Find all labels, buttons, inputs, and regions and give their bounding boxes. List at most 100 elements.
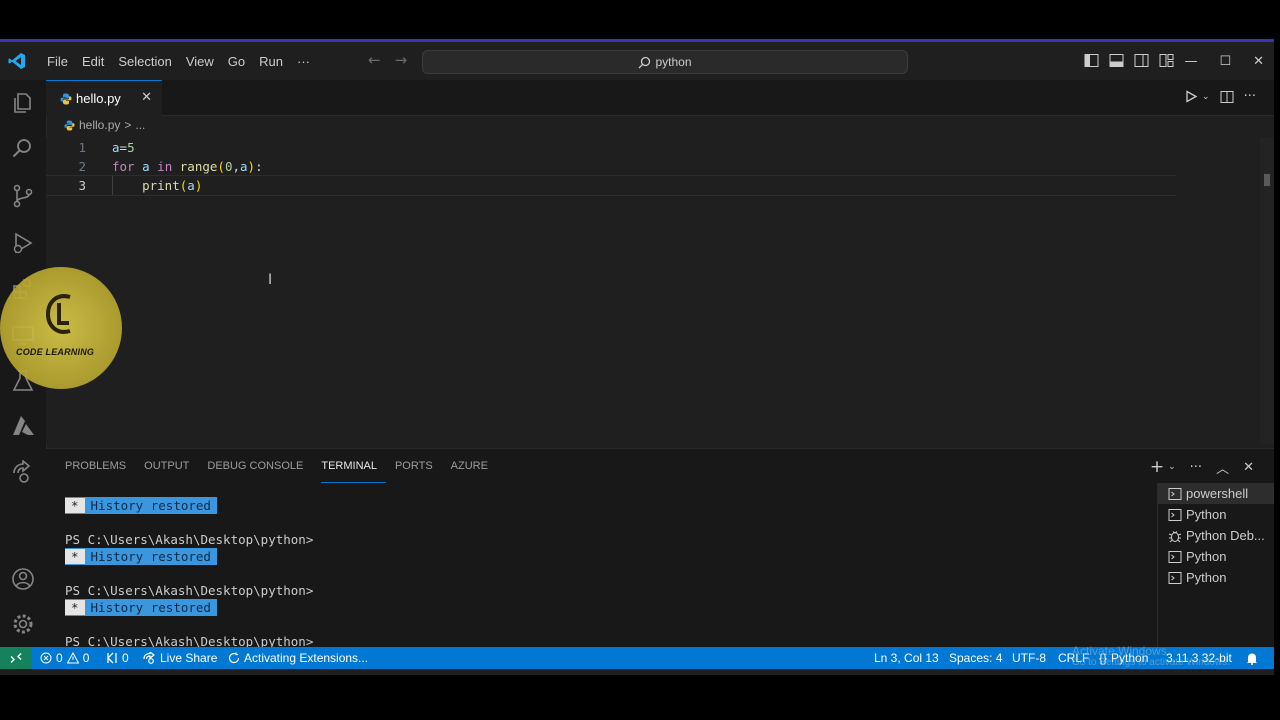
terminal-list-item[interactable]: Python [1158, 504, 1274, 525]
ports-icon [107, 652, 117, 664]
code-token: a [112, 140, 120, 155]
code-line: 2 for a in range(0,a): [46, 157, 1176, 176]
menu-view[interactable]: View [179, 54, 221, 69]
problems-indicator[interactable]: 0 0 [40, 647, 89, 669]
terminal-dropdown-chevron-icon[interactable]: ⌄ [1168, 462, 1176, 472]
terminal-list-item[interactable]: Python [1158, 546, 1274, 567]
vscode-logo-icon [8, 53, 25, 69]
remote-indicator[interactable] [0, 647, 32, 669]
code-token: a [187, 178, 195, 193]
code-token: ) [247, 159, 256, 174]
explorer-icon[interactable] [10, 90, 36, 116]
code-token: : [255, 159, 263, 174]
new-terminal-plus-icon[interactable]: + [1150, 457, 1164, 477]
terminal-icon [1168, 487, 1182, 500]
watermark-logo-icon [45, 294, 71, 334]
menu-run[interactable]: Run [252, 54, 290, 69]
live-share-icon[interactable] [10, 460, 36, 486]
code-token: in [157, 159, 173, 174]
maximize-icon[interactable]: ☐ [1219, 54, 1231, 69]
terminal-list-item[interactable]: Python [1158, 567, 1274, 588]
cursor-position[interactable]: Ln 3, Col 13 [874, 647, 939, 669]
editor-scrollbar[interactable] [1260, 138, 1274, 444]
source-control-icon[interactable] [10, 183, 36, 209]
code-token: a [142, 159, 150, 174]
menu-edit[interactable]: Edit [75, 54, 111, 69]
run-dropdown-chevron-icon[interactable]: ⌄ [1202, 92, 1210, 102]
layout-controls [1084, 53, 1174, 68]
breadcrumb-file[interactable]: hello.py [79, 118, 120, 132]
minimize-icon[interactable]: — [1184, 54, 1197, 69]
nav-arrows: ← → [368, 51, 407, 69]
tab-close-icon[interactable]: ✕ [141, 90, 152, 105]
code-text: print(a) [112, 178, 202, 193]
maximize-panel-chevron-up-icon[interactable]: ︿ [1216, 458, 1229, 477]
toggle-panel-icon[interactable] [1109, 53, 1124, 68]
activate-windows-watermark: Activate Windows Go to Settings to activ… [1072, 644, 1230, 668]
terminal-icon [1168, 550, 1182, 563]
breadcrumb-symbols[interactable]: ... [135, 118, 145, 132]
file-encoding[interactable]: UTF-8 [1012, 647, 1046, 669]
scrollbar-thumb[interactable] [1264, 174, 1270, 186]
tab-azure[interactable]: AZURE [451, 449, 497, 483]
indentation[interactable]: Spaces: 4 [949, 647, 1002, 669]
line-number: 2 [78, 159, 86, 174]
customize-layout-icon[interactable] [1159, 53, 1174, 68]
run-debug-icon[interactable] [10, 230, 36, 256]
tab-debug-console[interactable]: DEBUG CONSOLE [207, 449, 312, 483]
code-token: for [112, 159, 135, 174]
code-token: a [240, 159, 248, 174]
watermark-text: CODE LEARNING [16, 347, 95, 357]
history-restored-badge: * History restored [65, 548, 217, 565]
sync-spinner-icon [228, 652, 240, 664]
extension-activation-status[interactable]: Activating Extensions... [228, 647, 368, 669]
tab-hello-py[interactable]: hello.py ✕ [46, 80, 162, 116]
code-text: for a in range(0,a): [112, 159, 263, 174]
close-panel-icon[interactable]: ✕ [1243, 460, 1254, 475]
tab-terminal[interactable]: TERMINAL [321, 449, 386, 483]
search-text: python [655, 55, 692, 69]
code-editor[interactable]: 1 a=5 2 for a in range(0,a): 3 print(a) [46, 138, 1274, 444]
manage-gear-icon[interactable] [10, 611, 36, 637]
menu-go[interactable]: Go [221, 54, 252, 69]
live-share-status[interactable]: Live Share [143, 647, 217, 669]
toggle-secondary-sidebar-icon[interactable] [1134, 53, 1149, 68]
forward-arrow-icon[interactable]: → [395, 51, 408, 69]
back-arrow-icon[interactable]: ← [368, 51, 381, 69]
toggle-primary-sidebar-icon[interactable] [1084, 53, 1099, 68]
azure-icon[interactable] [10, 413, 36, 439]
terminal-output[interactable]: * History restored PS C:\Users\Akash\Desk… [65, 497, 313, 650]
indent-guide [112, 176, 113, 195]
close-window-icon[interactable]: ✕ [1253, 54, 1264, 69]
menu-file[interactable]: File [40, 54, 75, 69]
debug-bug-icon [1168, 530, 1182, 542]
code-token: , [232, 159, 240, 174]
search-sidebar-icon[interactable] [10, 136, 36, 162]
python-file-icon [60, 93, 72, 104]
bottom-panel: PROBLEMS OUTPUT DEBUG CONSOLE TERMINAL P… [46, 448, 1274, 650]
line-number: 3 [78, 178, 86, 193]
command-center-search[interactable]: python [422, 50, 908, 74]
ports-indicator[interactable]: 0 [106, 647, 129, 669]
split-editor-icon[interactable] [1220, 90, 1234, 104]
run-python-file-icon[interactable] [1185, 90, 1198, 103]
accounts-icon[interactable] [10, 566, 36, 592]
menu-bar: File Edit Selection View Go Run ··· [40, 42, 317, 80]
panel-more-icon[interactable]: ··· [1190, 460, 1202, 475]
title-bar: File Edit Selection View Go Run ··· ← → … [0, 42, 1274, 81]
tab-ports[interactable]: PORTS [395, 449, 442, 483]
tab-output[interactable]: OUTPUT [144, 449, 198, 483]
terminal-list-item[interactable]: Python Deb... [1158, 525, 1274, 546]
menu-more[interactable]: ··· [290, 54, 317, 69]
breadcrumb: hello.py > ... [64, 118, 145, 132]
tab-problems[interactable]: PROBLEMS [65, 449, 135, 483]
more-actions-icon[interactable]: ··· [1244, 89, 1256, 104]
notifications-bell-icon[interactable] [1246, 647, 1258, 669]
terminal-prompt: PS C:\Users\Akash\Desktop\python> [65, 532, 314, 547]
menu-selection[interactable]: Selection [111, 54, 178, 69]
terminal-list-item[interactable]: powershell [1158, 483, 1274, 504]
panel-tabs: PROBLEMS OUTPUT DEBUG CONSOLE TERMINAL P… [65, 449, 506, 483]
